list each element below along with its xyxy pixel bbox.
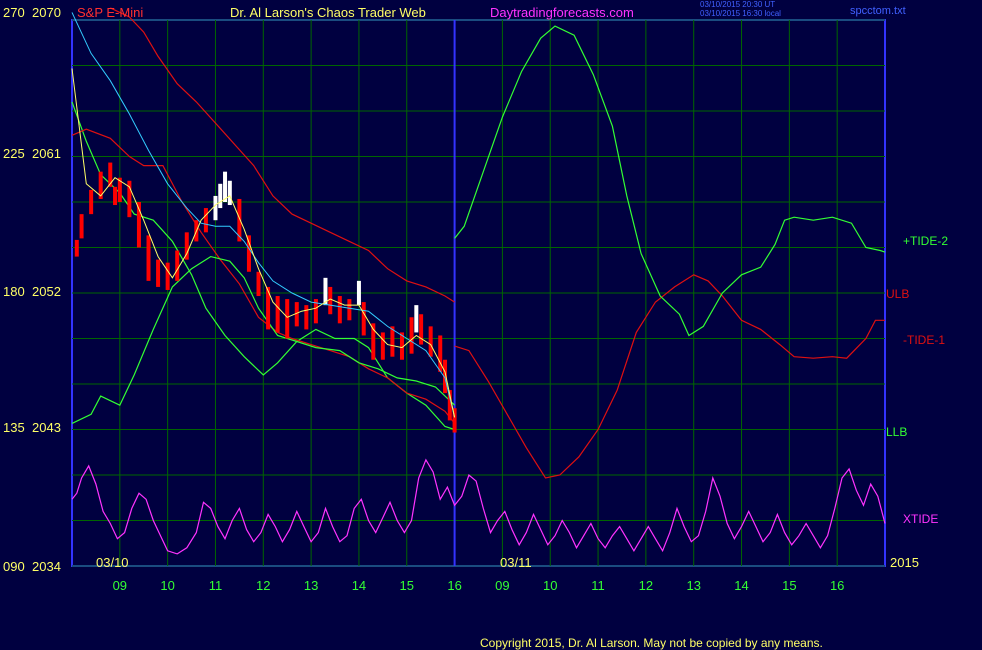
series-label-ulb: ULB — [886, 287, 910, 301]
y-left-tick: 090 — [3, 559, 25, 574]
x-tick-label: 10 — [160, 578, 174, 593]
y-right-tick: 2052 — [32, 284, 61, 299]
site-link[interactable]: Daytradingforecasts.com — [490, 6, 634, 19]
x-tick-label: 16 — [447, 578, 461, 593]
x-tick-label: 15 — [782, 578, 796, 593]
price-bar — [285, 299, 290, 339]
price-bar — [256, 271, 261, 297]
y-right-tick: 2034 — [32, 559, 61, 574]
price-bar — [347, 299, 352, 321]
price-bar — [414, 305, 419, 333]
date-label-day1: 03/10 — [96, 555, 129, 570]
price-bar — [213, 195, 218, 221]
price-bar — [356, 280, 361, 306]
date-label-day2: 03/11 — [500, 555, 532, 570]
price-bar — [328, 286, 333, 315]
chart-title: Dr. Al Larson's Chaos Trader Web — [230, 5, 426, 20]
x-tick-label: 16 — [830, 578, 844, 593]
x-tick-label: 12 — [256, 578, 270, 593]
series-label-tide2: +TIDE-2 — [903, 234, 949, 248]
series-label-llb: LLB — [886, 425, 908, 439]
y-right-tick: 2043 — [32, 420, 61, 435]
price-bar — [428, 326, 433, 357]
x-tick-label: 12 — [639, 578, 653, 593]
series-line-tide1 — [71, 128, 885, 479]
y-right-tick: 2061 — [32, 146, 61, 161]
price-bar — [409, 317, 414, 354]
year-label: 2015 — [890, 555, 919, 570]
price-bar — [113, 186, 118, 206]
x-tick-label: 11 — [209, 578, 223, 593]
price-bar — [146, 235, 151, 281]
copyright-notice: Copyright 2015, Dr. Al Larson. May not b… — [480, 636, 823, 650]
series-line-xtide — [71, 458, 886, 555]
y-left-tick: 270 — [3, 5, 25, 20]
y-right-tick: 2070 — [32, 5, 61, 20]
x-tick-label: 14 — [352, 578, 366, 593]
price-bar — [390, 326, 395, 357]
y-left-tick: 135 — [3, 420, 25, 435]
price-bar — [218, 183, 223, 209]
series-label-tide1: -TIDE-1 — [903, 333, 945, 347]
series-line-ulb — [110, 7, 455, 303]
price-bar — [74, 239, 79, 257]
x-tick-label: 11 — [591, 578, 605, 593]
x-tick-label: 09 — [495, 578, 509, 593]
price-bar — [246, 235, 251, 272]
instrument-label: S&P E-Mini — [77, 5, 144, 20]
x-tick-label: 13 — [686, 578, 700, 593]
chart-canvas: 09 10 11 12 13 14 15 16 09 10 11 12 13 14 15 16 — [71, 7, 886, 593]
price-bar — [203, 208, 208, 233]
x-tick-label: 15 — [400, 578, 414, 593]
y-left-tick: 225 — [3, 146, 25, 161]
series-line-tide2 — [71, 25, 886, 424]
price-bar — [156, 259, 161, 287]
x-tick-label: 09 — [113, 578, 127, 593]
x-tick-label: 14 — [734, 578, 748, 593]
price-bar — [89, 189, 94, 215]
price-bar — [361, 302, 366, 336]
timestamp-local: 03/10/2015 16:30 local — [700, 9, 781, 18]
price-bar — [275, 296, 280, 333]
x-tick-label: 10 — [543, 578, 557, 593]
data-file-label: spcctom.txt — [850, 5, 906, 17]
price-bar — [165, 262, 170, 290]
price-bar — [380, 332, 385, 360]
price-bar — [79, 214, 84, 239]
price-bar — [175, 250, 180, 281]
series-label-xtide: XTIDE — [903, 512, 939, 526]
price-bar — [304, 305, 309, 330]
x-tick-label: 13 — [304, 578, 318, 593]
price-bar — [227, 180, 232, 206]
y-left-tick: 180 — [3, 284, 25, 299]
price-bar — [337, 296, 342, 324]
